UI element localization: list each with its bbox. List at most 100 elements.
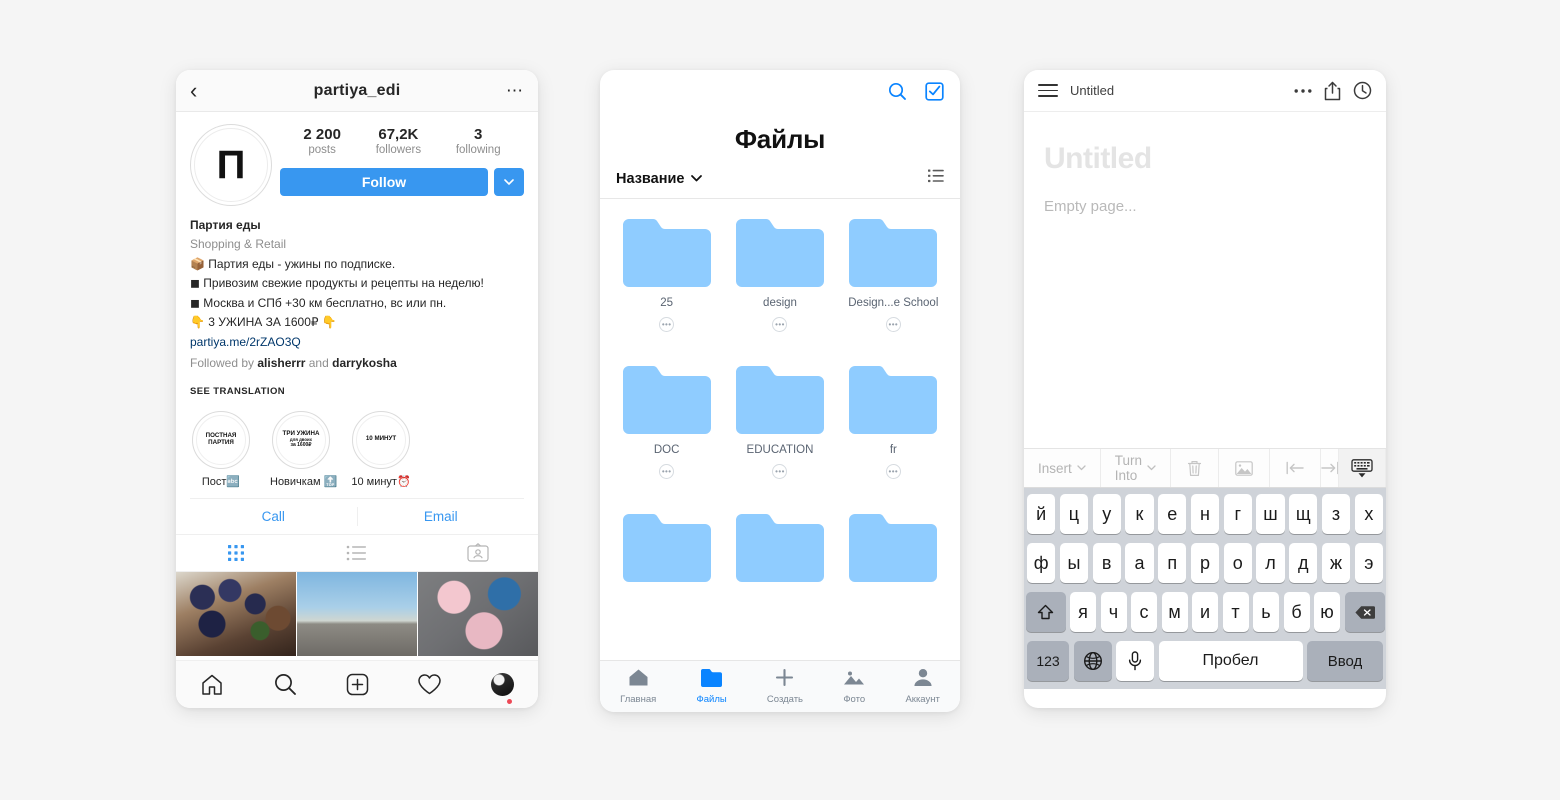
insert-dropdown[interactable]: Insert <box>1024 449 1101 487</box>
key-д[interactable]: д <box>1289 543 1318 583</box>
numbers-key[interactable]: 123 <box>1027 641 1069 681</box>
folder-item[interactable] <box>729 513 830 604</box>
tab-create[interactable]: Создать <box>767 668 803 705</box>
space-key[interactable]: Пробел <box>1158 641 1303 681</box>
call-button[interactable]: Call <box>190 499 357 534</box>
see-translation-link[interactable]: SEE TRANSLATION <box>190 384 524 399</box>
tab-account[interactable]: Аккаунт <box>905 668 940 705</box>
note-body-placeholder[interactable]: Empty page... <box>1044 198 1366 215</box>
key-у[interactable]: у <box>1092 494 1121 534</box>
key-ф[interactable]: ф <box>1027 543 1056 583</box>
key-ы[interactable]: ы <box>1059 543 1089 583</box>
highlight-item[interactable]: ТРИ УЖИНА для двоих за 1600₽ Новичкам 🔝 <box>270 410 337 488</box>
microphone-key[interactable] <box>1116 641 1154 681</box>
followed-user-2[interactable]: darrykosha <box>332 356 397 370</box>
list-tab[interactable] <box>297 544 418 562</box>
checkbox-select-icon[interactable] <box>925 82 944 106</box>
ellipsis-icon[interactable] <box>1294 88 1312 94</box>
photo-thumbnail[interactable] <box>176 571 296 656</box>
key-с[interactable]: с <box>1131 592 1157 632</box>
key-з[interactable]: з <box>1321 494 1351 534</box>
backspace-key[interactable] <box>1344 592 1385 632</box>
key-о[interactable]: о <box>1223 543 1252 583</box>
key-р[interactable]: р <box>1190 543 1220 583</box>
highlight-item[interactable]: 10 МИНУТ 10 минут⏰ <box>350 410 412 488</box>
note-title-placeholder[interactable]: Untitled <box>1044 142 1366 176</box>
tab-photos[interactable]: Фото <box>843 669 865 705</box>
photo-thumbnail[interactable] <box>418 571 538 656</box>
key-в[interactable]: в <box>1092 543 1121 583</box>
highlight-item[interactable]: ПОСТНАЯ ПАРТИЯ Пост🔤 <box>190 410 252 488</box>
stat-followers[interactable]: 67,2K followers <box>376 126 421 156</box>
key-ц[interactable]: ц <box>1059 494 1089 534</box>
folder-menu-icon[interactable]: ••• <box>885 317 901 332</box>
folder-item[interactable] <box>843 513 944 604</box>
stat-posts[interactable]: 2 200 posts <box>303 126 341 156</box>
key-б[interactable]: б <box>1283 592 1310 632</box>
tab-home[interactable]: Главная <box>620 668 656 705</box>
key-й[interactable]: й <box>1027 494 1056 534</box>
tabbar-profile[interactable] <box>490 673 514 704</box>
enter-key[interactable]: Ввод <box>1307 641 1383 681</box>
key-п[interactable]: п <box>1158 543 1187 583</box>
delete-block-button[interactable] <box>1171 449 1220 487</box>
folder-menu-icon[interactable]: ••• <box>885 464 901 480</box>
globe-key[interactable] <box>1073 641 1112 681</box>
folder-menu-icon[interactable]: ••• <box>772 464 788 480</box>
folder-item[interactable]: 25 ••• <box>616 219 717 344</box>
key-х[interactable]: х <box>1354 494 1383 534</box>
tabbar-home[interactable] <box>200 673 224 696</box>
search-icon[interactable] <box>888 82 907 106</box>
folder-item[interactable]: fr ••• <box>843 366 944 491</box>
indent-button[interactable] <box>1321 449 1339 487</box>
key-ь[interactable]: ь <box>1253 592 1279 632</box>
folder-menu-icon[interactable]: ••• <box>659 464 675 480</box>
key-ч[interactable]: ч <box>1100 592 1127 632</box>
email-button[interactable]: Email <box>358 499 525 534</box>
photo-thumbnail[interactable] <box>297 571 417 656</box>
tabbar-add-post[interactable] <box>346 673 369 696</box>
bio-website-link[interactable]: partiya.me/2rZAO3Q <box>190 333 524 352</box>
tabbar-activity[interactable] <box>417 673 442 696</box>
folder-item[interactable]: EDUCATION ••• <box>729 366 830 491</box>
turn-into-dropdown[interactable]: Turn Into <box>1101 449 1172 487</box>
key-н[interactable]: н <box>1190 494 1220 534</box>
key-а[interactable]: а <box>1125 543 1154 583</box>
key-ж[interactable]: ж <box>1321 543 1351 583</box>
key-ш[interactable]: ш <box>1256 494 1285 534</box>
key-к[interactable]: к <box>1125 494 1154 534</box>
key-г[interactable]: г <box>1223 494 1252 534</box>
key-т[interactable]: т <box>1222 592 1249 632</box>
grid-tab[interactable] <box>176 543 297 563</box>
key-е[interactable]: е <box>1158 494 1187 534</box>
key-ю[interactable]: ю <box>1314 592 1340 632</box>
sort-dropdown[interactable]: Название <box>616 171 703 187</box>
key-я[interactable]: я <box>1070 592 1096 632</box>
folder-menu-icon[interactable]: ••• <box>659 317 675 332</box>
folder-item[interactable]: Design...e School ••• <box>843 219 944 344</box>
folder-item[interactable] <box>616 513 717 604</box>
back-icon[interactable]: ‹ <box>190 79 210 102</box>
key-л[interactable]: л <box>1256 543 1285 583</box>
followed-user-1[interactable]: alisherrr <box>257 356 305 370</box>
outdent-button[interactable] <box>1270 449 1322 487</box>
dismiss-keyboard-button[interactable] <box>1339 449 1386 487</box>
key-э[interactable]: э <box>1354 543 1383 583</box>
document-title[interactable]: Untitled <box>1070 83 1282 98</box>
ellipsis-icon[interactable]: ⋯ <box>504 82 524 99</box>
shift-key[interactable] <box>1025 592 1066 632</box>
hamburger-menu-icon[interactable] <box>1038 84 1058 97</box>
clock-history-icon[interactable] <box>1353 81 1372 100</box>
tagged-tab[interactable] <box>417 542 538 563</box>
list-view-icon[interactable] <box>928 169 944 188</box>
key-и[interactable]: и <box>1192 592 1218 632</box>
note-page-body[interactable]: Untitled Empty page... <box>1024 112 1386 448</box>
avatar[interactable]: П <box>190 124 272 206</box>
stat-following[interactable]: 3 following <box>456 126 501 156</box>
key-м[interactable]: м <box>1161 592 1188 632</box>
tabbar-search[interactable] <box>273 672 298 697</box>
key-щ[interactable]: щ <box>1289 494 1318 534</box>
share-icon[interactable] <box>1324 81 1341 101</box>
insert-image-button[interactable] <box>1219 449 1271 487</box>
folder-menu-icon[interactable]: ••• <box>772 317 788 332</box>
